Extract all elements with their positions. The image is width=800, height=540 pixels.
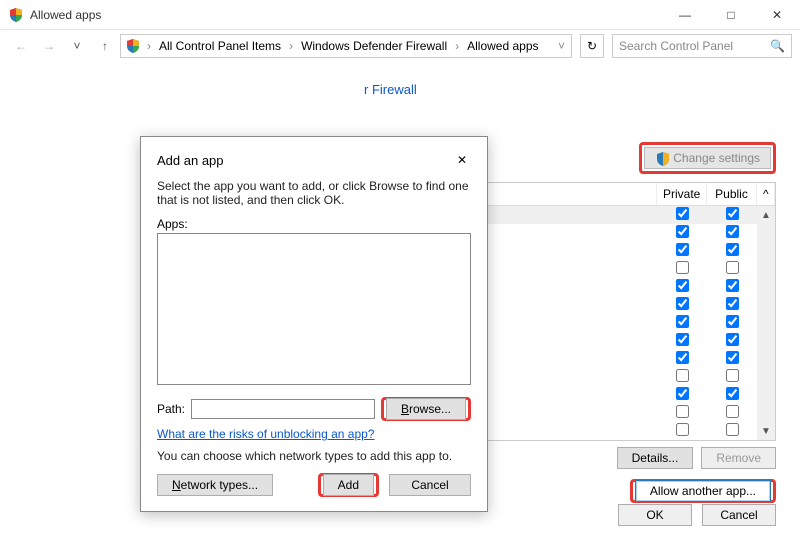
ok-button[interactable]: OK	[618, 504, 692, 526]
window-title: Allowed apps	[30, 8, 662, 22]
path-label: Path:	[157, 402, 185, 416]
close-icon[interactable]: ✕	[453, 151, 471, 169]
col-public[interactable]: Public	[707, 183, 757, 205]
public-checkbox[interactable]	[726, 225, 739, 238]
window-titlebar: Allowed apps — □ ✕	[0, 0, 800, 30]
public-checkbox[interactable]	[726, 333, 739, 346]
public-checkbox[interactable]	[726, 387, 739, 400]
cancel-button[interactable]: Cancel	[702, 504, 776, 526]
page-title: r Firewall	[364, 82, 776, 97]
scroll-up-icon[interactable]: ▲	[757, 206, 775, 224]
shield-icon	[125, 38, 141, 54]
shield-icon	[655, 151, 669, 165]
navigation-bar: ← → ˅ ↑ › All Control Panel Items › Wind…	[0, 30, 800, 62]
browse-button[interactable]: Browse...	[386, 398, 466, 420]
apps-label: Apps:	[157, 217, 471, 231]
apps-listbox[interactable]	[157, 233, 471, 385]
private-checkbox[interactable]	[676, 405, 689, 418]
private-checkbox[interactable]	[676, 387, 689, 400]
dialog-instruction: Select the app you want to add, or click…	[157, 179, 471, 207]
risks-link[interactable]: What are the risks of unblocking an app?	[157, 427, 374, 441]
scroll-down-icon[interactable]: ▼	[757, 422, 775, 440]
scrollbar[interactable]: ▲ ▼	[757, 206, 775, 440]
remove-button: Remove	[701, 447, 776, 469]
col-private[interactable]: Private	[657, 183, 707, 205]
search-input[interactable]: Search Control Panel 🔍	[612, 34, 792, 58]
dialog-title: Add an app	[157, 153, 453, 168]
dialog-cancel-button[interactable]: Cancel	[389, 474, 471, 496]
public-checkbox[interactable]	[726, 297, 739, 310]
breadcrumb-dropdown-icon[interactable]: ˅	[556, 39, 567, 53]
path-input[interactable]	[191, 399, 375, 419]
public-checkbox[interactable]	[726, 369, 739, 382]
public-checkbox[interactable]	[726, 351, 739, 364]
page-footer: OK Cancel	[618, 504, 776, 526]
details-button[interactable]: Details...	[617, 447, 694, 469]
breadcrumb[interactable]: › All Control Panel Items › Windows Defe…	[120, 34, 572, 58]
private-checkbox[interactable]	[676, 315, 689, 328]
breadcrumb-item[interactable]: Allowed apps	[465, 39, 540, 53]
public-checkbox[interactable]	[726, 207, 739, 220]
chevron-right-icon: ›	[453, 39, 461, 53]
private-checkbox[interactable]	[676, 261, 689, 274]
public-checkbox[interactable]	[726, 279, 739, 292]
private-checkbox[interactable]	[676, 297, 689, 310]
col-scroll: ^	[757, 183, 775, 205]
breadcrumb-item[interactable]: All Control Panel Items	[157, 39, 283, 53]
chevron-right-icon: ›	[145, 39, 153, 53]
minimize-button[interactable]: —	[662, 0, 708, 30]
public-checkbox[interactable]	[726, 261, 739, 274]
private-checkbox[interactable]	[676, 351, 689, 364]
private-checkbox[interactable]	[676, 225, 689, 238]
private-checkbox[interactable]	[676, 333, 689, 346]
search-icon: 🔍	[770, 39, 785, 53]
private-checkbox[interactable]	[676, 207, 689, 220]
refresh-button[interactable]: ↻	[580, 34, 604, 58]
private-checkbox[interactable]	[676, 369, 689, 382]
shield-icon	[8, 7, 24, 23]
public-checkbox[interactable]	[726, 243, 739, 256]
public-checkbox[interactable]	[726, 423, 739, 436]
public-checkbox[interactable]	[726, 405, 739, 418]
private-checkbox[interactable]	[676, 423, 689, 436]
close-button[interactable]: ✕	[754, 0, 800, 30]
window-controls: — □ ✕	[662, 0, 800, 30]
allow-another-app-button[interactable]: Allow another app...	[635, 480, 771, 502]
nav-forward-button: →	[36, 33, 62, 59]
network-types-button[interactable]: Network types...	[157, 474, 273, 496]
nav-back-button[interactable]: ←	[8, 33, 34, 59]
choose-network-text: You can choose which network types to ad…	[157, 449, 471, 463]
private-checkbox[interactable]	[676, 279, 689, 292]
add-button[interactable]: Add	[323, 474, 374, 496]
nav-up-button[interactable]: ↑	[92, 33, 118, 59]
breadcrumb-item[interactable]: Windows Defender Firewall	[299, 39, 449, 53]
public-checkbox[interactable]	[726, 315, 739, 328]
maximize-button[interactable]: □	[708, 0, 754, 30]
chevron-right-icon: ›	[287, 39, 295, 53]
private-checkbox[interactable]	[676, 243, 689, 256]
add-app-dialog: Add an app ✕ Select the app you want to …	[140, 136, 488, 512]
nav-history-dropdown[interactable]: ˅	[64, 33, 90, 59]
change-settings-button[interactable]: Change settings	[644, 147, 771, 169]
search-placeholder: Search Control Panel	[619, 39, 770, 53]
